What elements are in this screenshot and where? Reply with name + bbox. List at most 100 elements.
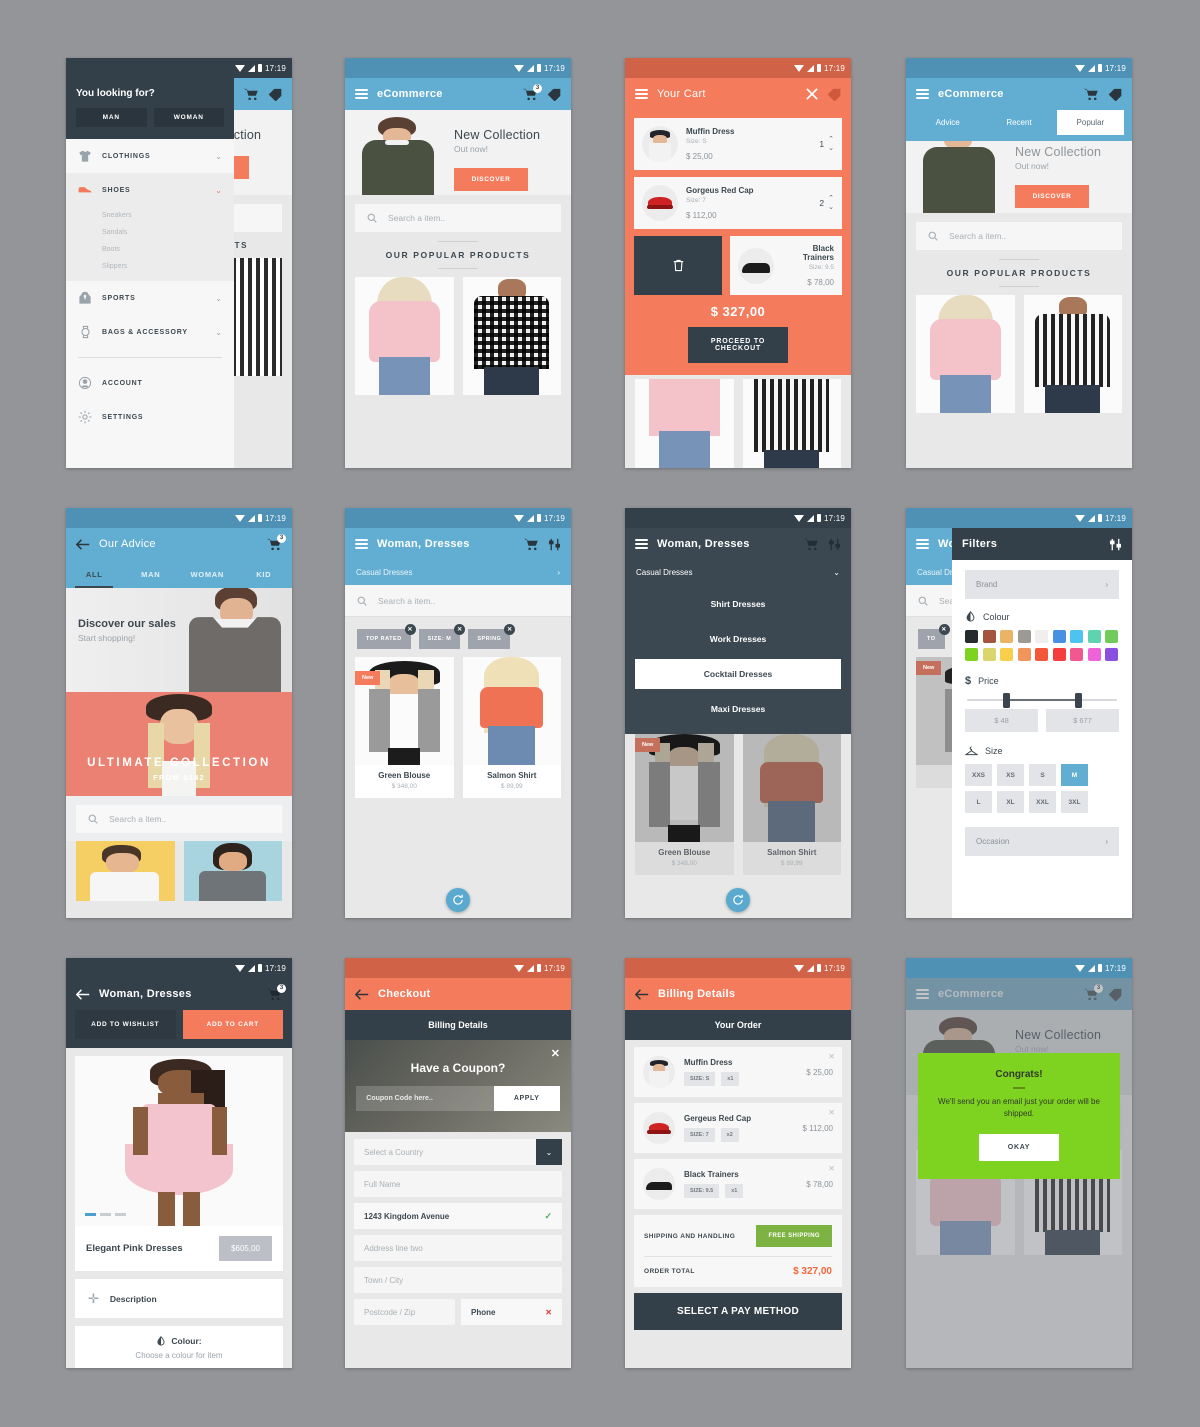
dropdown-option[interactable]: Shirt Dresses bbox=[635, 589, 841, 619]
drawer-item-sports[interactable]: SPORTS ⌄ bbox=[66, 281, 234, 315]
search-bar[interactable]: Search a item.. bbox=[345, 585, 571, 617]
select-pay-method-button[interactable]: SELECT A PAY METHOD bbox=[634, 1293, 842, 1330]
chevron-up-icon[interactable]: ⌃ bbox=[828, 195, 834, 202]
cart-icon[interactable] bbox=[244, 88, 259, 101]
add-to-cart-button[interactable]: ADD TO CART bbox=[182, 1010, 283, 1039]
gender-man-button[interactable]: MAN bbox=[76, 108, 147, 127]
drawer-subitem[interactable]: Slippers bbox=[66, 258, 234, 275]
tag-icon[interactable] bbox=[1108, 88, 1122, 101]
breadcrumb[interactable]: Casual Dresses ⌄ bbox=[625, 560, 851, 585]
occasion-filter-row[interactable]: Occasion › bbox=[965, 827, 1119, 856]
price-min-input[interactable]: $ 48 bbox=[965, 709, 1038, 732]
size-option[interactable]: L bbox=[965, 791, 992, 813]
product-card[interactable]: New Green Blouse $ 348,00 bbox=[355, 657, 454, 798]
drawer-item-settings[interactable]: SETTINGS bbox=[66, 400, 234, 434]
colour-swatch[interactable] bbox=[1052, 647, 1066, 661]
proceed-to-checkout-button[interactable]: PROCEED TO CHECKOUT bbox=[688, 327, 788, 363]
refresh-fab[interactable] bbox=[446, 888, 470, 912]
tab-woman[interactable]: WOMAN bbox=[179, 560, 236, 588]
dropdown-option-selected[interactable]: Cocktail Dresses bbox=[635, 659, 841, 689]
discover-button[interactable]: DISCOVER bbox=[1015, 185, 1089, 208]
size-option-selected[interactable]: M bbox=[1061, 764, 1088, 786]
tag-icon[interactable] bbox=[827, 88, 841, 101]
town-city-field[interactable]: Town / City bbox=[354, 1267, 562, 1293]
colour-swatch[interactable] bbox=[1070, 647, 1083, 661]
filter-chip[interactable]: SPRING ✕ bbox=[468, 624, 516, 649]
apply-coupon-button[interactable]: APPLY bbox=[493, 1086, 560, 1111]
filter-chip[interactable]: TO ✕ bbox=[918, 624, 950, 649]
tab-man[interactable]: MAN bbox=[123, 560, 180, 588]
size-option[interactable]: 3XL bbox=[1061, 791, 1088, 813]
back-arrow-icon[interactable] bbox=[635, 988, 649, 1000]
quantity-arrows[interactable]: ⌃ ⌄ bbox=[828, 195, 834, 211]
cart-item[interactable]: Gorgeus Red Cap Size: 7 $ 112,00 2 ⌃ ⌄ bbox=[634, 177, 842, 229]
drawer-item-shoes[interactable]: SHOES ⌄ bbox=[66, 173, 234, 207]
add-to-wishlist-button[interactable]: ADD TO WISHLIST bbox=[75, 1010, 176, 1039]
advice-card-blue[interactable] bbox=[183, 841, 282, 901]
hamburger-menu-icon[interactable] bbox=[635, 89, 648, 99]
colour-swatch[interactable] bbox=[1070, 630, 1083, 643]
banner-discover-sales[interactable]: Discover our sales Start shopping! bbox=[66, 588, 292, 692]
cart-icon[interactable]: 3 bbox=[267, 983, 286, 1001]
drawer-subitem[interactable]: Sandals bbox=[66, 224, 234, 241]
search-bar[interactable]: Search a item.. bbox=[76, 805, 282, 833]
colour-swatch[interactable] bbox=[1035, 647, 1048, 661]
discover-button[interactable]: DISCOVER bbox=[454, 168, 528, 191]
phone-field[interactable]: Phone ✕ bbox=[461, 1299, 562, 1325]
cart-icon[interactable] bbox=[1084, 88, 1099, 101]
product-card[interactable]: New Green Blouse $ 348,00 bbox=[635, 734, 734, 875]
remove-item-icon[interactable]: ✕ bbox=[828, 1052, 835, 1061]
colour-swatch[interactable] bbox=[982, 630, 996, 643]
quantity-stepper[interactable]: 1 ⌃ ⌄ bbox=[819, 136, 834, 152]
breadcrumb[interactable]: Casual Dresses › bbox=[345, 560, 571, 585]
size-option[interactable]: XL bbox=[997, 791, 1024, 813]
product-card[interactable] bbox=[1023, 295, 1122, 413]
dropdown-option[interactable]: Maxi Dresses bbox=[635, 694, 841, 724]
colour-swatch[interactable] bbox=[1087, 647, 1101, 661]
dialog-okay-button[interactable]: OKAY bbox=[979, 1134, 1059, 1161]
size-option[interactable]: XS bbox=[997, 764, 1024, 786]
colour-swatch[interactable] bbox=[965, 647, 978, 661]
drawer-subitem[interactable]: Boots bbox=[66, 241, 234, 258]
filter-icon[interactable] bbox=[828, 538, 841, 551]
address-line-two-field[interactable]: Address line two bbox=[354, 1235, 562, 1261]
chip-remove-icon[interactable]: ✕ bbox=[504, 624, 516, 635]
postcode-field[interactable]: Postcode / Zip bbox=[354, 1299, 455, 1325]
colour-swat ch[interactable] bbox=[1000, 630, 1013, 643]
filter-chip[interactable]: TOP RATED ✕ bbox=[357, 624, 416, 649]
colour-swatch[interactable] bbox=[1105, 630, 1118, 643]
close-icon[interactable]: ✕ bbox=[551, 1047, 560, 1060]
tag-icon[interactable] bbox=[547, 88, 561, 101]
gender-woman-button[interactable]: WOMAN bbox=[153, 108, 224, 127]
search-bar[interactable]: Search a item.. bbox=[916, 222, 1122, 250]
country-select[interactable]: Select a Country ⌄ bbox=[354, 1139, 562, 1165]
hamburger-menu-icon[interactable] bbox=[355, 539, 368, 549]
drawer-item-clothings[interactable]: CLOTHINGS ⌄ bbox=[66, 139, 234, 173]
product-card[interactable] bbox=[916, 295, 1015, 413]
delete-button[interactable] bbox=[634, 236, 722, 295]
chevron-down-icon[interactable]: ⌄ bbox=[828, 204, 834, 211]
slider-knob-min[interactable] bbox=[1003, 692, 1010, 708]
tab-recent[interactable]: Recent bbox=[985, 110, 1052, 135]
colour-swatch[interactable] bbox=[1035, 630, 1048, 643]
address-line-one-field[interactable]: 1243 Kingdom Avenue ✓ bbox=[354, 1203, 562, 1229]
hamburger-menu-icon[interactable] bbox=[355, 89, 368, 99]
search-bar[interactable]: Search a item.. bbox=[355, 204, 561, 232]
product-card[interactable] bbox=[635, 379, 734, 468]
filter-icon[interactable] bbox=[1109, 538, 1122, 551]
colour-swatch[interactable] bbox=[965, 630, 978, 643]
filter-chip[interactable]: SIZE: M ✕ bbox=[418, 624, 466, 649]
pagination-dot-active[interactable] bbox=[85, 1213, 96, 1216]
size-option[interactable]: XXL bbox=[1029, 791, 1056, 813]
tab-advice[interactable]: Advice bbox=[914, 110, 981, 135]
remove-item-icon[interactable]: ✕ bbox=[828, 1164, 835, 1173]
cart-icon[interactable] bbox=[804, 538, 819, 551]
hamburger-menu-icon[interactable] bbox=[916, 539, 929, 549]
cart-icon[interactable] bbox=[524, 538, 539, 551]
banner-ultimate-collection[interactable]: ULTIMATE COLLECTION FROM $142 bbox=[66, 692, 292, 796]
chip-remove-icon[interactable]: ✕ bbox=[404, 624, 416, 635]
colour-swatch[interactable] bbox=[1105, 647, 1118, 661]
tab-popular[interactable]: Popular bbox=[1056, 110, 1124, 135]
advice-card-yellow[interactable] bbox=[76, 841, 175, 901]
cart-icon[interactable]: 3 bbox=[267, 533, 286, 551]
